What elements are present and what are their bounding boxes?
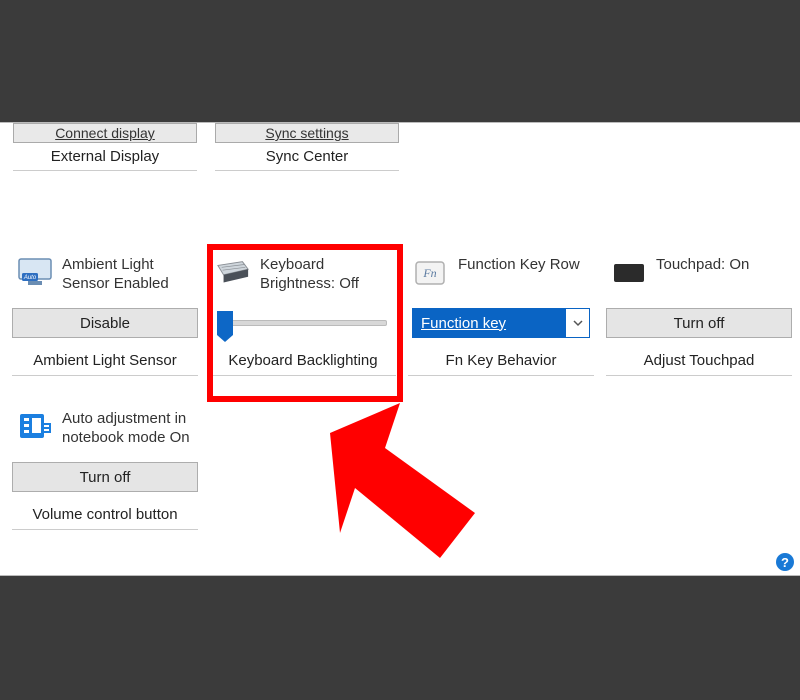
ambient-footer: Ambient Light Sensor — [12, 346, 198, 376]
touchpad-turnoff-button[interactable]: Turn off — [606, 308, 792, 338]
main-grid-row: Auto Ambient Light Sensor Enabled Disabl… — [10, 248, 794, 376]
sync-center-caption: Sync Center — [215, 143, 399, 171]
brightness-slider[interactable] — [219, 309, 387, 337]
fnkey-title: Function Key Row — [458, 256, 580, 275]
touchpad-icon — [612, 256, 646, 290]
tile-header: Touchpad: On — [604, 248, 794, 304]
top-tile-sync: Sync settings Sync Center — [212, 123, 402, 175]
settings-panel: Connect display External Display Sync se… — [0, 122, 800, 576]
svg-text:Auto: Auto — [23, 275, 37, 281]
connect-display-link[interactable]: Connect display — [13, 123, 197, 143]
top-row: Connect display External Display Sync se… — [10, 123, 790, 175]
arrow-annotation — [300, 393, 500, 573]
tile-auto-adjustment: Auto adjustment in notebook mode On Turn… — [10, 402, 200, 530]
help-icon[interactable]: ? — [776, 553, 794, 571]
touchpad-title: Touchpad: On — [656, 256, 749, 275]
top-tile-display: Connect display External Display — [10, 123, 200, 175]
autoadjust-title: Auto adjustment in notebook mode On — [62, 410, 192, 448]
tile-keyboard-brightness: Keyboard Brightness: Off Keyboard Backli… — [208, 248, 398, 376]
tile-header: Auto Ambient Light Sensor Enabled — [10, 248, 200, 304]
tile-ambient-light: Auto Ambient Light Sensor Enabled Disabl… — [10, 248, 200, 376]
autoadjust-footer: Volume control button — [12, 500, 198, 530]
fnkey-select-value: Function key — [413, 309, 565, 337]
tile-header: Fn Function Key Row — [406, 248, 596, 304]
touchpad-footer: Adjust Touchpad — [606, 346, 792, 376]
tile-header: Auto adjustment in notebook mode On — [10, 402, 200, 458]
slider-track — [219, 320, 387, 326]
keyboard-icon — [216, 256, 250, 290]
external-display-caption: External Display — [13, 143, 197, 171]
ambient-title: Ambient Light Sensor Enabled — [62, 256, 192, 294]
auto-adjust-icon — [18, 410, 52, 444]
tile-fn-key: Fn Function Key Row Function key Fn Key … — [406, 248, 596, 376]
disable-button[interactable]: Disable — [12, 308, 198, 338]
keyboard-title: Keyboard Brightness: Off — [260, 256, 390, 294]
monitor-auto-icon: Auto — [18, 256, 52, 290]
grid-row-2: Auto adjustment in notebook mode On Turn… — [10, 402, 200, 530]
fn-key-icon: Fn — [414, 256, 448, 290]
sync-settings-link[interactable]: Sync settings — [215, 123, 399, 143]
tile-touchpad: Touchpad: On Turn off Adjust Touchpad — [604, 248, 794, 376]
autoadjust-turnoff-button[interactable]: Turn off — [12, 462, 198, 492]
svg-text:Fn: Fn — [422, 266, 436, 280]
fnkey-select[interactable]: Function key — [412, 308, 590, 338]
fnkey-footer: Fn Key Behavior — [408, 346, 594, 376]
slider-thumb[interactable] — [217, 311, 233, 335]
tile-header: Keyboard Brightness: Off — [208, 248, 398, 304]
chevron-down-icon — [565, 309, 589, 337]
keyboard-footer: Keyboard Backlighting — [210, 346, 396, 376]
